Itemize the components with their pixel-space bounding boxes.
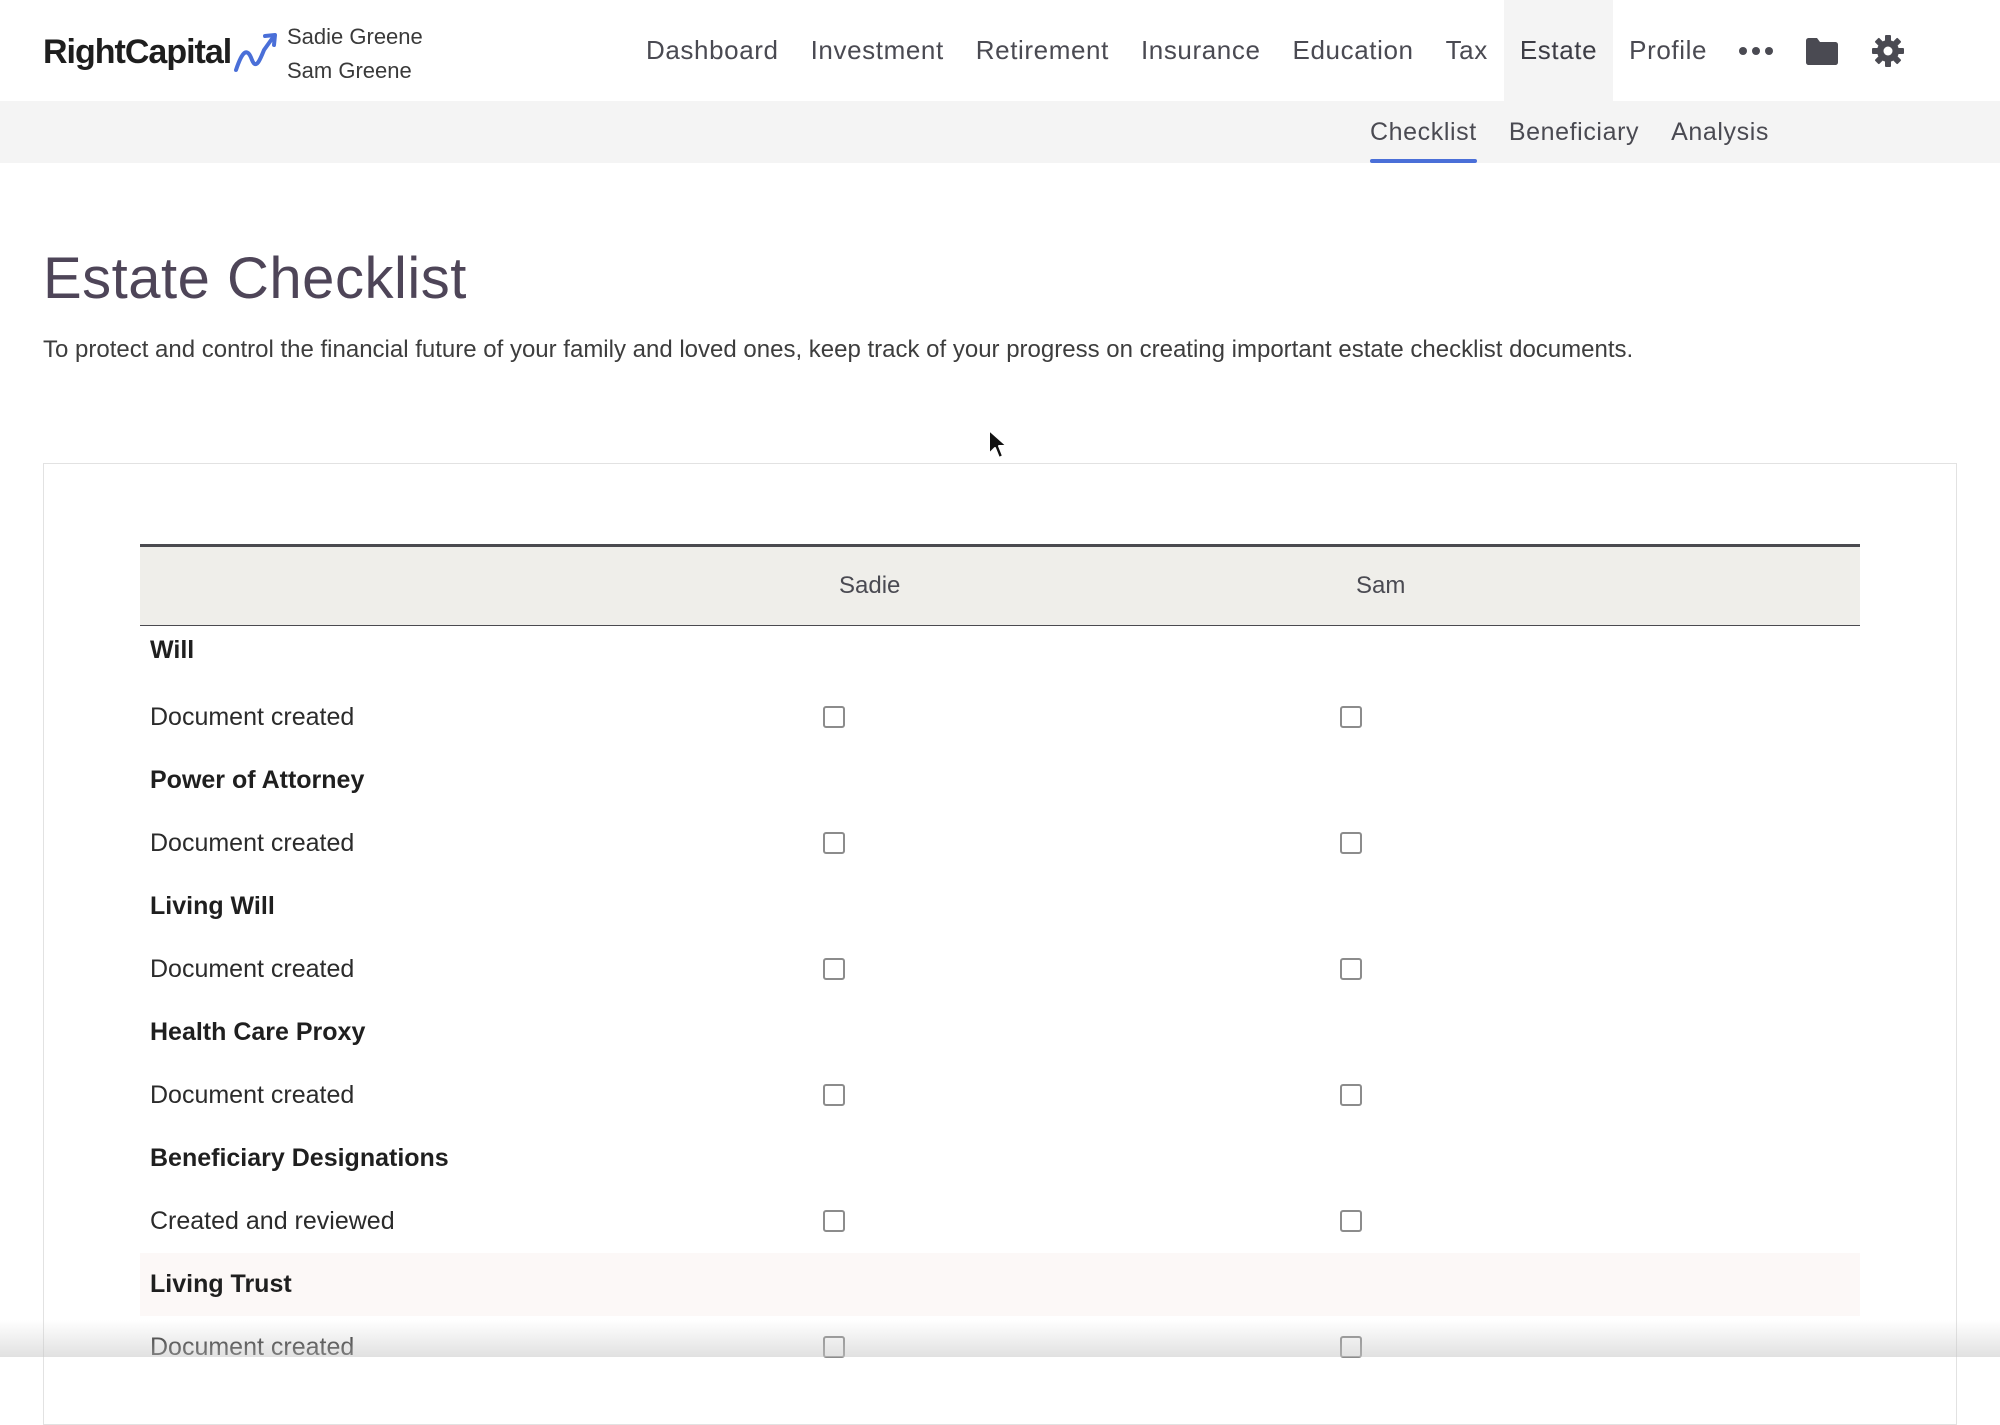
will-sam-checkbox[interactable] [1340, 705, 1362, 728]
section-beneficiary-designations: Beneficiary Designations [140, 1127, 1860, 1190]
top-navigation-bar: RightCapital Sadie Greene Sam Greene Das… [0, 0, 2000, 101]
nav-dashboard[interactable]: Dashboard [630, 0, 795, 101]
item-label: Document created [150, 955, 355, 983]
column-header-sam: Sam [1356, 572, 1406, 599]
section-title: Living Will [150, 892, 275, 920]
estate-sub-nav: Checklist Beneficiary Analysis [1354, 101, 1785, 163]
section-living-will: Living Will [140, 875, 1860, 938]
health-care-proxy-sadie-checkbox[interactable] [823, 1083, 845, 1106]
section-power-of-attorney: Power of Attorney [140, 749, 1860, 812]
living-will-sadie-checkbox[interactable] [823, 957, 845, 980]
checklist-table: Sadie Sam Will Document created Power of… [140, 544, 1860, 1379]
spouse-client-name: Sam Greene [287, 58, 412, 83]
table-header: Sadie Sam [140, 544, 1860, 626]
column-header-sadie: Sadie [839, 572, 901, 599]
item-label: Document created [150, 829, 355, 857]
nav-profile[interactable]: Profile [1613, 0, 1723, 101]
living-trust-sam-checkbox[interactable] [1340, 1335, 1362, 1358]
tab-analysis[interactable]: Analysis [1655, 101, 1785, 163]
more-icon [1739, 46, 1774, 55]
vault-button[interactable] [1789, 0, 1855, 101]
page-description: To protect and control the financial fut… [43, 336, 1634, 363]
table-row: Document created [140, 686, 1860, 749]
section-living-trust: Living Trust [140, 1253, 1860, 1316]
nav-estate[interactable]: Estate [1503, 0, 1614, 101]
section-title: Beneficiary Designations [150, 1144, 449, 1172]
tab-beneficiary[interactable]: Beneficiary [1493, 101, 1655, 163]
nav-retirement[interactable]: Retirement [960, 0, 1125, 101]
rightcapital-logo[interactable]: RightCapital [43, 28, 279, 76]
section-health-care-proxy: Health Care Proxy [140, 1001, 1860, 1064]
table-row: Document created [140, 1064, 1860, 1127]
table-row: Document created [140, 938, 1860, 1001]
item-label: Document created [150, 703, 355, 731]
folder-icon [1806, 37, 1839, 65]
section-title: Health Care Proxy [150, 1018, 366, 1046]
power-of-attorney-sadie-checkbox[interactable] [823, 831, 845, 854]
logo-text: RightCapital [43, 32, 232, 71]
living-will-sam-checkbox[interactable] [1340, 957, 1362, 980]
section-title: Power of Attorney [150, 766, 365, 794]
primary-client-name: Sadie Greene [287, 24, 423, 49]
mouse-cursor-icon [988, 429, 1008, 459]
main-nav: Dashboard Investment Retirement Insuranc… [630, 0, 1921, 101]
section-title: Living Trust [150, 1270, 292, 1298]
table-row: Created and reviewed [140, 1190, 1860, 1253]
item-label: Document created [150, 1333, 355, 1361]
tab-checklist[interactable]: Checklist [1354, 101, 1493, 163]
section-title: Will [150, 636, 195, 664]
nav-education[interactable]: Education [1277, 0, 1430, 101]
living-trust-sadie-checkbox[interactable] [823, 1335, 845, 1358]
table-row: Document created [140, 1316, 1860, 1379]
sub-navigation-bar: Checklist Beneficiary Analysis [0, 101, 2000, 163]
beneficiary-designations-sam-checkbox[interactable] [1340, 1209, 1362, 1232]
nav-insurance[interactable]: Insurance [1125, 0, 1277, 101]
section-will: Will [140, 626, 1860, 686]
nav-investment[interactable]: Investment [795, 0, 960, 101]
client-names[interactable]: Sadie Greene Sam Greene [287, 20, 423, 88]
item-label: Created and reviewed [150, 1207, 395, 1235]
logo-arrow-icon [234, 33, 278, 72]
health-care-proxy-sam-checkbox[interactable] [1340, 1083, 1362, 1106]
beneficiary-designations-sadie-checkbox[interactable] [823, 1209, 845, 1232]
settings-button[interactable] [1855, 0, 1921, 101]
page-title: Estate Checklist [43, 246, 467, 311]
will-sadie-checkbox[interactable] [823, 705, 845, 728]
power-of-attorney-sam-checkbox[interactable] [1340, 831, 1362, 854]
gear-icon [1872, 34, 1905, 67]
item-label: Document created [150, 1081, 355, 1109]
checklist-card: Sadie Sam Will Document created Power of… [43, 463, 1957, 1425]
nav-tax[interactable]: Tax [1430, 0, 1504, 101]
more-menu-button[interactable] [1723, 0, 1789, 101]
table-row: Document created [140, 812, 1860, 875]
